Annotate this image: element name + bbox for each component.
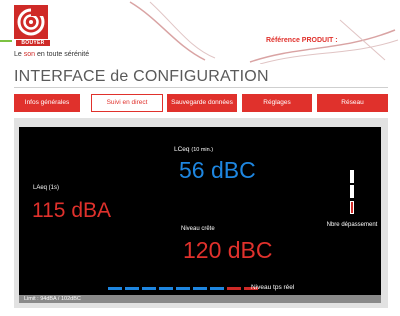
level-bar bbox=[210, 287, 224, 290]
level-bar bbox=[159, 287, 173, 290]
level-bar bbox=[176, 287, 190, 290]
tab-reseau[interactable]: Réseau bbox=[317, 94, 388, 112]
level-bar bbox=[227, 287, 241, 290]
brand-name: BOUYER bbox=[16, 40, 50, 46]
header: BOUYER Le son en toute sérénité Référenc… bbox=[0, 0, 400, 64]
depassement-indicator bbox=[350, 170, 354, 183]
page-title: INTERFACE de CONFIGURATION bbox=[14, 68, 269, 85]
tab-sauvegarde-donnees[interactable]: Sauvegarde données bbox=[167, 94, 237, 112]
lceq-value: 56 dBC bbox=[179, 157, 256, 183]
laeq-value: 115 dBA bbox=[32, 199, 112, 222]
niveau-crete-label: Niveau crête bbox=[181, 226, 215, 232]
header-accent-line bbox=[0, 40, 12, 42]
level-bar bbox=[142, 287, 156, 290]
depassement-indicator bbox=[350, 185, 354, 198]
config-page: BOUYER Le son en toute sérénité Référenc… bbox=[0, 0, 400, 316]
niveau-crete-value: 120 dBC bbox=[183, 237, 273, 263]
bouyer-spiral-logo-icon[interactable] bbox=[14, 5, 48, 39]
tab-reglages[interactable]: Réglages bbox=[242, 94, 312, 112]
tagline: Le son en toute sérénité bbox=[14, 51, 90, 58]
tab-infos-generales[interactable]: Infos générales bbox=[14, 94, 80, 112]
level-bar bbox=[125, 287, 139, 290]
live-monitor-panel: LAeq (1s) 115 dBA LCeq (10 min.) 56 dBC … bbox=[19, 127, 381, 303]
product-reference: Référence PRODUIT : bbox=[266, 37, 338, 44]
niveau-temps-reel-label: Niveau tps réel bbox=[251, 284, 295, 291]
level-bar bbox=[108, 287, 122, 290]
limit-text: Limit : 94dBA / 102dBC bbox=[24, 296, 81, 302]
laeq-label: LAeq (1s) bbox=[33, 185, 60, 191]
limit-bar: Limit : 94dBA / 102dBC bbox=[19, 295, 381, 303]
tab-bar: Infos générales Suivi en direct Sauvegar… bbox=[14, 94, 388, 112]
lceq-label: LCeq (10 min.) bbox=[174, 146, 214, 153]
depassement-label: Nbre dépassement bbox=[326, 222, 378, 228]
title-divider bbox=[14, 87, 388, 88]
level-bar bbox=[193, 287, 207, 290]
tab-suivi-en-direct[interactable]: Suivi en direct bbox=[91, 94, 163, 112]
depassement-indicator bbox=[350, 201, 354, 214]
